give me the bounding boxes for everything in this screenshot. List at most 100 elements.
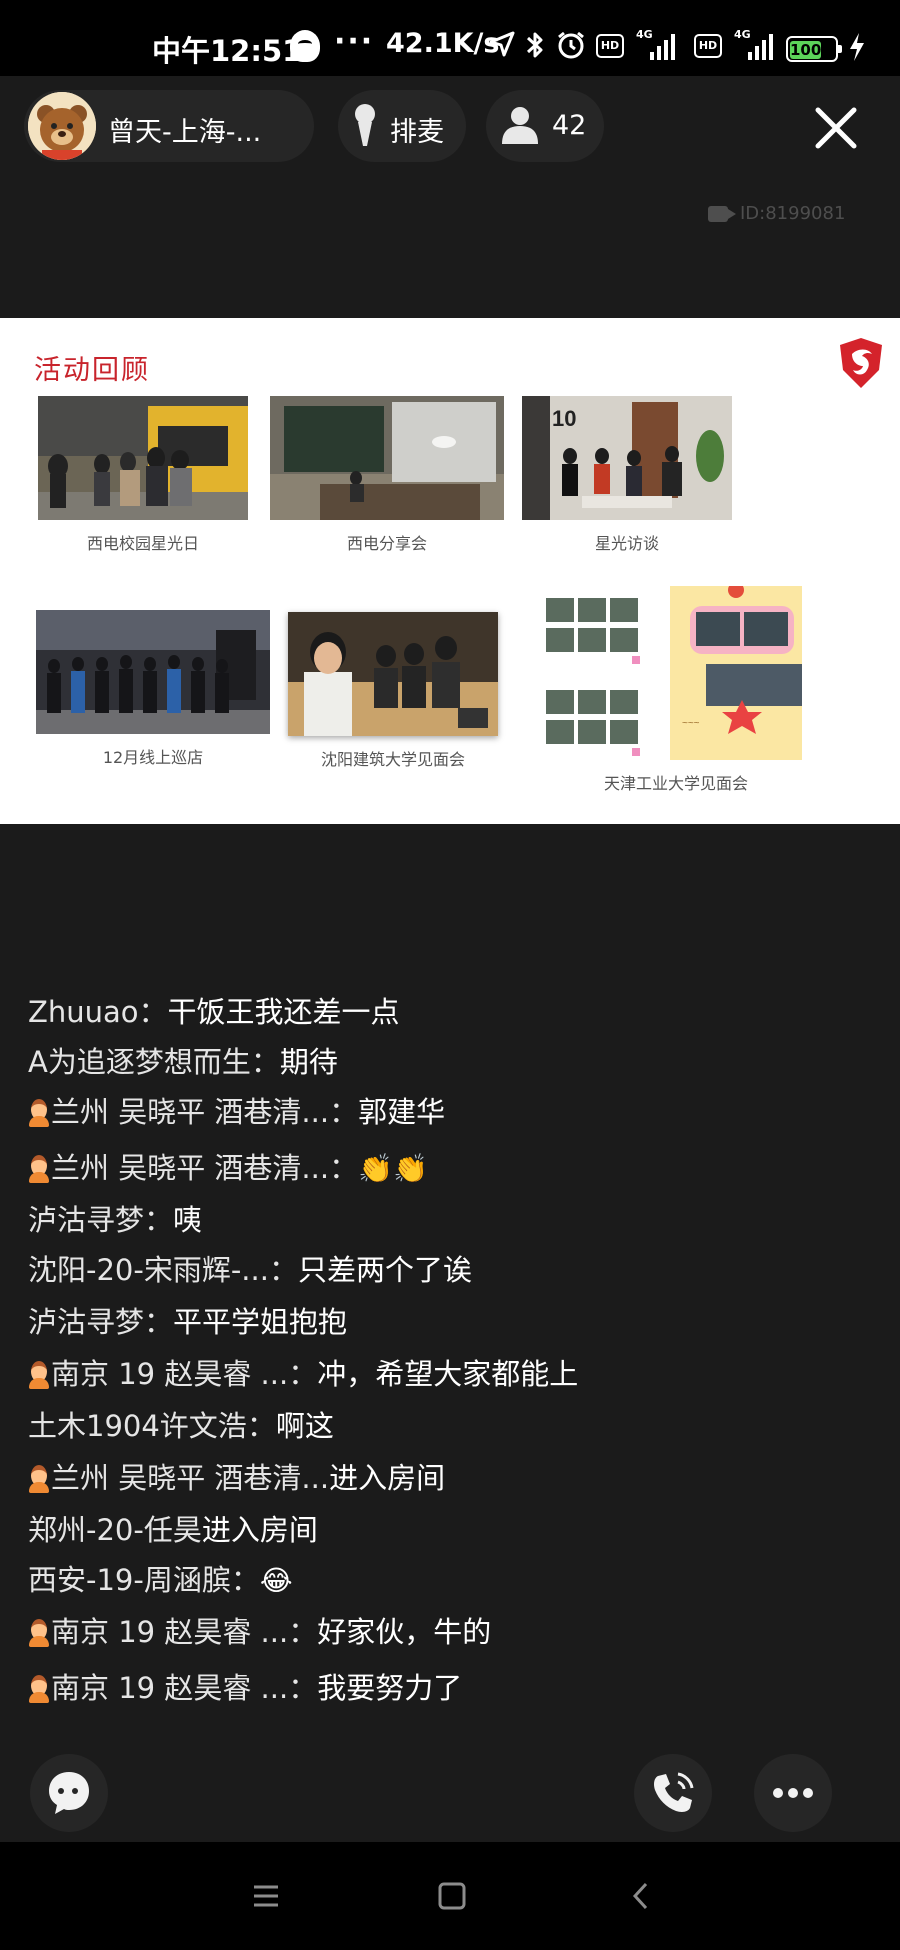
chat-username[interactable]: 南京 19 赵昊睿 ... <box>51 1357 288 1391</box>
more-button[interactable] <box>754 1754 832 1832</box>
back-chevron-icon[interactable] <box>618 1872 666 1920</box>
chat-separator: ： <box>246 1409 276 1443</box>
status-more-dots: ··· <box>334 24 375 59</box>
chat-separator: ： <box>138 995 168 1029</box>
user-badge-icon <box>28 1098 50 1128</box>
chat-text: 进入房间 <box>329 1461 446 1495</box>
avatar[interactable] <box>28 92 96 160</box>
chat-separator: ： <box>288 1357 318 1391</box>
viewer-count-button[interactable]: 42 <box>486 90 604 162</box>
more-dots-icon <box>773 1788 813 1798</box>
menu-icon[interactable] <box>242 1872 290 1920</box>
chat-message: 西安-19-周涵膑：😂 <box>28 1560 293 1600</box>
chat-separator: ： <box>288 1671 318 1705</box>
room-id: ID:8199081 <box>704 200 845 228</box>
chat-message: Zhuuao：干饭王我还差一点 <box>28 992 400 1032</box>
status-bar: 中午12:51 ··· 42.1K/s HD 4G HD 4G 100 <box>0 0 900 76</box>
photo-caption: 西电校园星光日 <box>86 534 199 553</box>
chat-separator: ： <box>144 1305 174 1339</box>
chat-username[interactable]: Zhuuao <box>28 995 139 1029</box>
chat-username[interactable]: 兰州 吴晓平 酒巷清... <box>51 1151 329 1185</box>
svg-text:~~~: ~~~ <box>682 718 700 729</box>
host-info[interactable]: 曾天-上海-... <box>24 90 314 162</box>
chat-message: 兰州 吴晓平 酒巷清...：👏👏 <box>28 1148 428 1188</box>
photo-caption: 星光访谈 <box>594 534 659 553</box>
chat-message: 南京 19 赵昊睿 ...：好家伙，牛的 <box>28 1612 491 1652</box>
mic-queue-button[interactable]: 排麦 <box>338 90 466 162</box>
chat-username[interactable]: 兰州 吴晓平 酒巷清... <box>51 1461 329 1495</box>
call-button[interactable] <box>634 1754 712 1832</box>
photo-caption: 12月线上巡店 <box>102 748 204 767</box>
photo-image <box>38 396 248 520</box>
photo-image <box>288 612 498 736</box>
alarm-icon <box>558 31 584 59</box>
hd-icon: HD <box>596 34 624 58</box>
chat-message: 泸沽寻梦：平平学姐抱抱 <box>28 1302 347 1342</box>
signal-icon: 4G <box>636 28 686 60</box>
chat-username[interactable]: 土木1904许文浩 <box>28 1409 247 1443</box>
chat-username[interactable]: 沈阳-20-宋雨辉-... <box>28 1253 269 1287</box>
chat-separator: ： <box>329 1095 359 1129</box>
close-icon[interactable] <box>812 104 860 152</box>
chat-separator: ： <box>268 1253 298 1287</box>
chat-message: A为追逐梦想而生：期待 <box>28 1042 338 1082</box>
chat-message: 郑州-20-任昊进入房间 <box>28 1510 318 1550</box>
hd-icon: HD <box>694 34 722 58</box>
msi-dragon-logo <box>840 338 882 388</box>
chat-separator: ： <box>230 1563 260 1597</box>
photo-card[interactable]: ~~~ 天津工业大学见面会 <box>536 586 816 796</box>
svg-text:10: 10 <box>552 406 576 431</box>
chat-message: 泸沽寻梦：咦 <box>28 1200 202 1240</box>
chat-text: 干饭王我还差一点 <box>167 995 400 1029</box>
chat-username[interactable]: 泸沽寻梦 <box>28 1203 144 1237</box>
chat-username[interactable]: 郑州-20-任昊 <box>28 1513 202 1547</box>
bluetooth-icon <box>526 32 543 58</box>
chat-text: 期待 <box>279 1045 338 1079</box>
charging-icon <box>850 33 864 61</box>
chat-text: 我要努力了 <box>317 1671 463 1705</box>
chat-text: 啊这 <box>275 1409 334 1443</box>
chat-username[interactable]: A为追逐梦想而生 <box>28 1045 251 1079</box>
photo-card[interactable]: 西电校园星光日 <box>38 396 248 566</box>
navigation-bar <box>0 1842 900 1950</box>
chat-username[interactable]: 南京 19 赵昊睿 ... <box>51 1615 288 1649</box>
qq-icon <box>290 30 320 62</box>
chat-text: 郭建华 <box>358 1095 446 1129</box>
photo-caption: 沈阳建筑大学见面会 <box>320 750 465 769</box>
photo-card[interactable]: 西电分享会 <box>270 396 504 566</box>
user-badge-icon <box>28 1464 50 1494</box>
user-badge-icon <box>28 1360 50 1390</box>
chat-message: 南京 19 赵昊睿 ...：我要努力了 <box>28 1668 462 1708</box>
home-square-icon[interactable] <box>428 1872 476 1920</box>
chat-text: 平平学姐抱抱 <box>173 1305 348 1339</box>
viewer-count: 42 <box>552 110 587 141</box>
chat-message: 兰州 吴晓平 酒巷清...：郭建华 <box>28 1092 445 1132</box>
photo-image: ~~~ <box>536 586 816 760</box>
phone-icon <box>654 1772 694 1812</box>
chat-text: 进入房间 <box>201 1513 318 1547</box>
photo-image <box>270 396 504 520</box>
chat-message: 土木1904许文浩：啊这 <box>28 1406 334 1446</box>
chat-text: 好家伙，牛的 <box>317 1615 492 1649</box>
chat-emoji: 👏👏 <box>358 1152 428 1185</box>
photo-card[interactable]: 10 星光访谈 <box>522 396 732 566</box>
chat-input-button[interactable] <box>30 1754 108 1832</box>
photo-caption: 西电分享会 <box>346 534 427 553</box>
person-icon <box>502 107 538 144</box>
user-badge-icon <box>28 1674 50 1704</box>
activity-review-slide: 活动回顾 西电校园星光日 西电分享会 10 星光访谈 12月线上巡店 沈阳建筑大… <box>0 318 900 824</box>
chat-username[interactable]: 兰州 吴晓平 酒巷清... <box>51 1095 329 1129</box>
chat-username[interactable]: 西安-19-周涵膑 <box>28 1563 231 1597</box>
user-badge-icon <box>28 1154 50 1184</box>
chat-message: 南京 19 赵昊睿 ...：冲，希望大家都能上 <box>28 1354 578 1394</box>
photo-card[interactable]: 沈阳建筑大学见面会 <box>288 612 498 788</box>
photo-card[interactable]: 12月线上巡店 <box>36 610 270 780</box>
chat-emoji: 😂 <box>259 1564 293 1597</box>
chat-username[interactable]: 泸沽寻梦 <box>28 1305 144 1339</box>
bear-avatar-icon <box>28 92 96 160</box>
chat-separator: ： <box>288 1615 318 1649</box>
chat-separator: ： <box>329 1151 359 1185</box>
chat-text: 只差两个了诶 <box>297 1253 472 1287</box>
chat-username[interactable]: 南京 19 赵昊睿 ... <box>51 1671 288 1705</box>
location-arrow-icon <box>489 31 515 57</box>
